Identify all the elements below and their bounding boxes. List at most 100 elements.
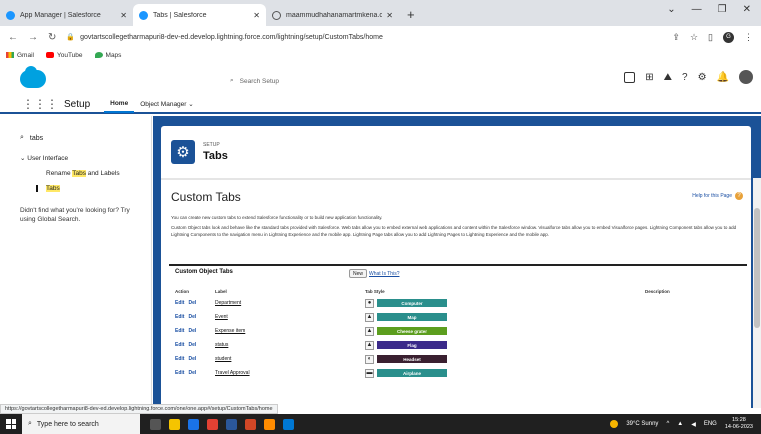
tab-style: ◐ Headset [365, 354, 645, 364]
delete-link[interactable]: Del [188, 300, 196, 306]
help-link[interactable]: Help for this Page? [692, 192, 743, 200]
edit-link[interactable]: Edit [175, 328, 184, 334]
chrome-icon[interactable] [207, 418, 218, 430]
address-bar: ← → ↻ 🔒 govtartscollegetharmapuri8-dev-e… [0, 26, 761, 48]
new-tab-button[interactable]: + [399, 7, 423, 26]
tree-item-rename-tabs[interactable]: Rename Tabs and Labels [46, 170, 145, 177]
edit-link[interactable]: Edit [175, 342, 184, 348]
browser-tab-third[interactable]: maammudhahanamartmkena.co ✕ [266, 4, 399, 26]
delete-link[interactable]: Del [188, 356, 196, 362]
new-button[interactable]: New [349, 269, 368, 278]
delete-link[interactable]: Del [188, 342, 196, 348]
tab-description [645, 310, 741, 324]
edge-icon[interactable] [188, 418, 199, 430]
scrollbar-thumb[interactable] [754, 208, 760, 328]
url-field[interactable]: 🔒 govtartscollegetharmapuri8-dev-ed.deve… [66, 29, 662, 45]
edit-link[interactable]: Edit [175, 370, 184, 376]
tab-description [645, 324, 741, 338]
bookmark-youtube[interactable]: YouTube [45, 52, 83, 59]
tree-item-tabs[interactable]: Tabs [36, 185, 145, 192]
taskbar-search[interactable]: ⌕ Type here to search [22, 414, 140, 434]
scrollbar[interactable] [753, 178, 761, 408]
tab-label-link[interactable]: Expense item [215, 328, 245, 334]
close-icon[interactable]: ✕ [253, 11, 260, 20]
tab-label-link[interactable]: status [215, 342, 228, 348]
tab-style: ▲ Cheese grater [365, 326, 645, 336]
row-actions: Edit Del [175, 366, 215, 380]
close-icon[interactable]: ✕ [386, 11, 393, 20]
table-row: Edit Del student ◐ Headset [175, 352, 741, 366]
delete-link[interactable]: Del [188, 314, 196, 320]
tab-label-link[interactable]: student [215, 356, 231, 362]
maximize-icon[interactable]: ❐ [718, 4, 727, 15]
page-title: Tabs [203, 150, 228, 162]
gear-icon[interactable]: ⚙ [698, 72, 707, 83]
tab-label-link[interactable]: Travel Approval [215, 370, 250, 376]
custom-tabs-table: Action Label Tab Style Description Edit D… [175, 286, 741, 380]
clock[interactable]: 15:28 14-06-2023 [725, 417, 753, 431]
profile-avatar[interactable]: G [723, 31, 734, 43]
favorites-icon[interactable] [624, 71, 636, 83]
tab-label-link[interactable]: Department [215, 300, 241, 306]
browser-tab-title: Tabs | Salesforce [153, 11, 207, 19]
tab-object-manager[interactable]: Object Manager ⌄ [134, 95, 200, 113]
tab-home[interactable]: Home [104, 95, 135, 113]
help-icon: ? [735, 192, 743, 200]
search-setup-input[interactable]: ⌕ Search Setup [230, 74, 450, 88]
add-icon[interactable]: ⊞ [645, 72, 653, 83]
kebab-menu-icon[interactable]: ⋮ [744, 32, 753, 43]
network-icon[interactable]: ▲ [677, 421, 683, 427]
powerpoint-icon[interactable] [245, 418, 256, 430]
content-title: Custom Tabs [171, 190, 241, 204]
close-window-icon[interactable]: ✕ [743, 4, 751, 15]
tab-label-link[interactable]: Event [215, 314, 228, 320]
table-row: Edit Del Event ▲ Map [175, 310, 741, 324]
windows-logo-icon [6, 419, 16, 429]
bookmark-maps[interactable]: Maps [94, 52, 121, 59]
close-icon[interactable]: ✕ [120, 11, 127, 20]
language-indicator[interactable]: ENG [704, 421, 717, 427]
table-row: Edit Del Travel Approval ▬ Airplane [175, 366, 741, 380]
bookmarks-bar: Gmail YouTube Maps [0, 48, 761, 62]
edit-link[interactable]: Edit [175, 356, 184, 362]
volume-icon[interactable]: ◀ [691, 421, 696, 428]
minimize-icon[interactable]: — [692, 4, 702, 15]
vlc-icon[interactable] [264, 418, 275, 430]
bell-icon[interactable]: 🔔 [717, 72, 729, 83]
back-icon[interactable]: ← [8, 32, 18, 43]
reload-icon[interactable]: ↻ [48, 32, 56, 43]
task-view-icon[interactable] [150, 418, 161, 430]
store-icon[interactable] [283, 418, 294, 430]
table-row: Edit Del status ▲ Flag [175, 338, 741, 352]
app-launcher-icon[interactable]: ⋮⋮⋮ [22, 97, 58, 111]
chevron-down-icon: ⌄ [20, 155, 26, 162]
browser-tab-title: maammudhahanamartmkena.co [286, 11, 383, 19]
row-actions: Edit Del [175, 296, 215, 310]
browser-tab-strip: App Manager | Salesforce ✕ Tabs | Salesf… [0, 0, 761, 26]
star-icon[interactable]: ☆ [690, 32, 698, 43]
share-icon[interactable]: ⇪ [672, 32, 680, 43]
start-button[interactable] [0, 414, 22, 434]
edit-link[interactable]: Edit [175, 314, 184, 320]
delete-link[interactable]: Del [188, 370, 196, 376]
salesforce-logo[interactable] [20, 66, 46, 88]
sidepanel-icon[interactable]: ▯ [708, 32, 713, 43]
what-is-this-link[interactable]: What Is This? [369, 271, 399, 277]
chevron-down-icon[interactable]: ⌄ [667, 4, 675, 15]
word-icon[interactable] [226, 418, 237, 430]
youtube-icon [45, 52, 54, 58]
tree-group-user-interface[interactable]: ⌄ User Interface [20, 154, 145, 162]
browser-tab-app-manager[interactable]: App Manager | Salesforce ✕ [0, 4, 133, 26]
user-avatar[interactable] [739, 70, 753, 84]
trailhead-icon[interactable]: ⛰ [664, 72, 672, 83]
tab-style: ● Computer [365, 298, 645, 308]
bookmark-gmail[interactable]: Gmail [6, 52, 34, 59]
browser-tab-tabs[interactable]: Tabs | Salesforce ✕ [133, 4, 266, 26]
forward-icon[interactable]: → [28, 32, 38, 43]
tray-chevron-icon[interactable]: ^ [666, 421, 669, 427]
delete-link[interactable]: Del [188, 328, 196, 334]
edit-link[interactable]: Edit [175, 300, 184, 306]
file-explorer-icon[interactable] [169, 418, 180, 430]
quick-find-input[interactable]: ⌕ tabs [20, 130, 145, 146]
help-icon[interactable]: ? [682, 72, 688, 83]
